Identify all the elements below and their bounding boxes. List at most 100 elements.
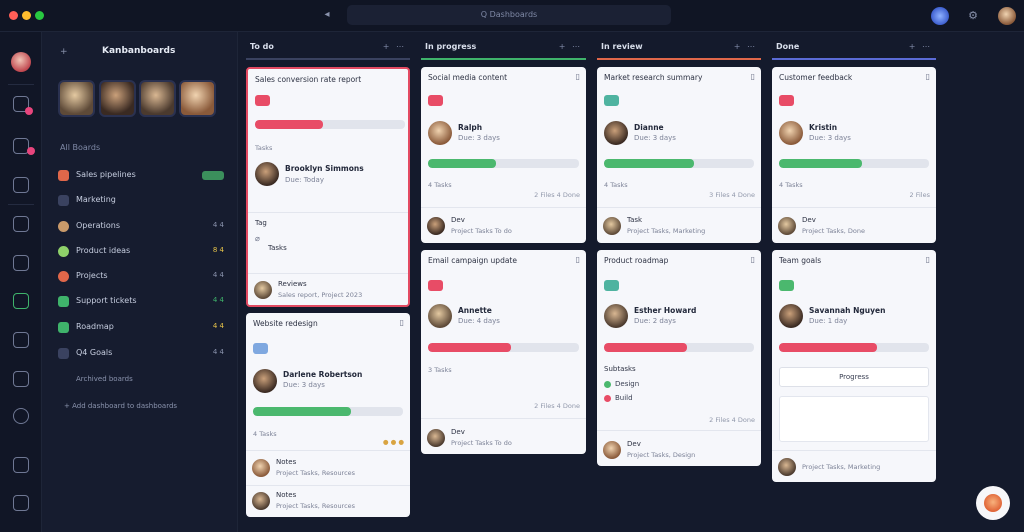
archived-boards-link[interactable]: Archived boards — [76, 375, 133, 383]
assignee-name: Dianne — [634, 123, 664, 132]
sidebar-item-product-ideas[interactable]: Product ideas 8 4 — [58, 245, 224, 259]
board-icon[interactable] — [13, 293, 29, 309]
sidebar-item-label: Sales pipelines — [76, 170, 136, 179]
more-icon[interactable]: ▯ — [751, 255, 755, 264]
card-divider — [597, 430, 761, 431]
sidebar-item-roadmap[interactable]: Roadmap 4 4 — [58, 321, 224, 335]
archive-icon[interactable] — [13, 457, 29, 473]
board-icon — [58, 195, 69, 206]
progress-button[interactable]: Progress — [779, 367, 929, 387]
sidebar-item-sales-pipelines[interactable]: Sales pipelines — [58, 169, 224, 183]
workspace-avatar[interactable] — [11, 52, 31, 72]
card-title: Customer feedback — [779, 73, 853, 82]
maximize-window-button[interactable] — [35, 11, 44, 20]
help-icon[interactable] — [13, 408, 29, 424]
progress-bar — [604, 159, 754, 168]
item-count: 4 4 — [212, 271, 224, 279]
progress-fill — [253, 407, 351, 416]
team-icon[interactable] — [13, 332, 29, 348]
more-icon[interactable]: ▯ — [751, 72, 755, 81]
more-icon[interactable]: ▯ — [400, 318, 404, 327]
progress-bar — [779, 159, 929, 168]
board-thumbnail[interactable] — [58, 80, 95, 117]
search-input[interactable]: Q Dashboards — [347, 5, 671, 25]
assistant-button[interactable] — [976, 486, 1010, 520]
column-actions[interactable]: + ⋯ — [734, 42, 757, 51]
due-date: Due: 1 day — [809, 317, 848, 325]
title-bar: ◂ Q Dashboards ⚙ — [0, 0, 1024, 32]
sidebar-toggle-icon[interactable]: ◂ — [322, 10, 332, 20]
minimize-window-button[interactable] — [22, 11, 31, 20]
sidebar-item-label: Product ideas — [76, 246, 131, 255]
more-icon[interactable]: ▯ — [576, 72, 580, 81]
task-card[interactable]: Product roadmap ▯ Esther Howard Due: 2 d… — [597, 250, 761, 466]
card-title: Website redesign — [253, 319, 318, 328]
add-board-button[interactable]: + — [60, 47, 68, 57]
card-stats: 2 Files 4 Done — [709, 416, 755, 424]
sidebar-item-marketing[interactable]: Marketing — [58, 194, 224, 208]
card-stats: 2 Files 4 Done — [534, 402, 580, 410]
task-card[interactable]: Sales conversion rate report Tasks Brook… — [246, 67, 410, 307]
sidebar-item-operations[interactable]: Operations 4 4 — [58, 220, 224, 234]
column-actions[interactable]: + ⋯ — [383, 42, 406, 51]
priority-chip — [779, 280, 794, 291]
comment-title: Dev — [451, 216, 465, 224]
column-title: To do — [250, 42, 274, 51]
card-divider — [421, 418, 586, 419]
assignee-name: Darlene Robertson — [283, 370, 363, 379]
card-divider — [421, 207, 586, 208]
legend-label: Build — [615, 394, 633, 402]
progress-bar — [604, 343, 754, 352]
assignee-avatar — [253, 369, 277, 393]
sidebar-item-support-tickets[interactable]: Support tickets 4 4 — [58, 295, 224, 309]
task-card[interactable]: Team goals ▯ Savannah Nguyen Due: 1 day … — [772, 250, 936, 482]
sidebar-item-label: Support tickets — [76, 296, 137, 305]
card-meta: 4 Tasks — [253, 430, 277, 438]
comment-title: Notes — [276, 458, 297, 466]
board-thumbnail[interactable] — [179, 80, 216, 117]
assignee-avatar — [255, 162, 279, 186]
sidebar-item-label: Q4 Goals — [76, 348, 113, 357]
sidebar-item-q4-goals[interactable]: Q4 Goals 4 4 — [58, 347, 224, 361]
column-actions[interactable]: + ⋯ — [559, 42, 582, 51]
progress-bar — [428, 159, 579, 168]
progress-fill — [428, 159, 496, 168]
task-card[interactable]: Customer feedback ▯ Kristin Due: 3 days … — [772, 67, 936, 243]
boards-sidebar: + Kanbanboards All Boards Sales pipeline… — [42, 32, 238, 532]
board-thumbnail[interactable] — [99, 80, 136, 117]
sidebar-item-label: Marketing — [76, 195, 116, 204]
card-meta: 4 Tasks — [428, 181, 452, 189]
task-card[interactable]: Social media content ▯ Ralph Due: 3 days… — [421, 67, 586, 243]
card-meta: Tasks — [255, 144, 273, 152]
card-stats: ● ● ● — [382, 438, 404, 446]
assignee-name: Savannah Nguyen — [809, 306, 886, 315]
more-icon[interactable]: ▯ — [926, 255, 930, 264]
board-thumbnail[interactable] — [139, 80, 176, 117]
settings-icon[interactable]: ⚙ — [966, 9, 980, 23]
add-dashboard-link[interactable]: + Add dashboard to dashboards — [64, 402, 177, 410]
sidebar-item-projects[interactable]: Projects 4 4 — [58, 270, 224, 284]
card-title: Team goals — [779, 256, 822, 265]
docs-icon[interactable] — [13, 216, 29, 232]
card-divider — [246, 485, 410, 486]
task-card[interactable]: Market research summary ▯ Dianne Due: 3 … — [597, 67, 761, 243]
comment-title: Dev — [802, 216, 816, 224]
more-icon[interactable]: ▯ — [576, 255, 580, 264]
logout-icon[interactable] — [13, 495, 29, 511]
close-window-button[interactable] — [9, 11, 18, 20]
profile-avatar[interactable] — [998, 7, 1016, 25]
user-avatar[interactable] — [931, 7, 949, 25]
commenter-avatar — [427, 429, 445, 447]
chart-icon[interactable] — [13, 371, 29, 387]
comment-box[interactable] — [779, 396, 929, 442]
column-actions[interactable]: + ⋯ — [909, 42, 932, 51]
legend-label: Design — [615, 380, 640, 388]
more-icon[interactable]: ▯ — [926, 72, 930, 81]
task-card[interactable]: Email campaign update ▯ Annette Due: 4 d… — [421, 250, 586, 454]
rail-divider — [8, 84, 34, 85]
task-card[interactable]: Website redesign ▯ Darlene Robertson Due… — [246, 313, 410, 517]
assignee-avatar — [779, 121, 803, 145]
grid-icon[interactable] — [13, 255, 29, 271]
item-count: 4 4 — [212, 322, 224, 330]
calendar-icon[interactable] — [13, 177, 29, 193]
